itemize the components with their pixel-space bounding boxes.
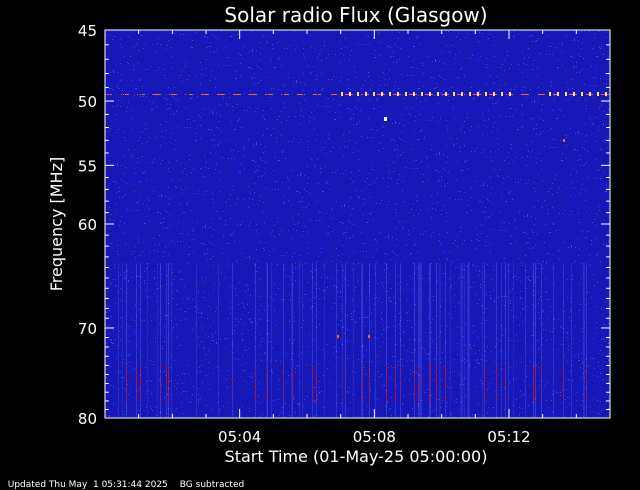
x-tick-label: 05:08: [353, 428, 396, 446]
chart-figure: Solar radio Flux (Glasgow) 455055607080 …: [0, 0, 640, 480]
footer-bar: Updated Thu May 1 05:31:44 2025 BG subtra…: [2, 470, 244, 490]
x-tick-label: 05:12: [487, 428, 530, 446]
background-status: BG subtracted: [179, 480, 245, 490]
spectrogram-image: [105, 30, 610, 418]
y-tick-label: 50: [78, 93, 97, 111]
y-tick-label: 60: [78, 216, 97, 234]
spectrogram-plot: [104, 29, 611, 419]
x-tick-label: 05:04: [218, 428, 261, 446]
y-tick-label: 45: [78, 22, 97, 40]
updated-timestamp: Updated Thu May 1 05:31:44 2025: [7, 480, 168, 490]
y-axis-label: Frequency [MHz]: [47, 157, 66, 291]
chart-title: Solar radio Flux (Glasgow): [224, 3, 487, 27]
x-axis-label: Start Time (01-May-25 05:00:00): [225, 447, 488, 466]
y-tick-label: 80: [78, 410, 97, 428]
y-tick-label: 55: [78, 157, 97, 175]
y-tick-label: 70: [78, 320, 97, 338]
